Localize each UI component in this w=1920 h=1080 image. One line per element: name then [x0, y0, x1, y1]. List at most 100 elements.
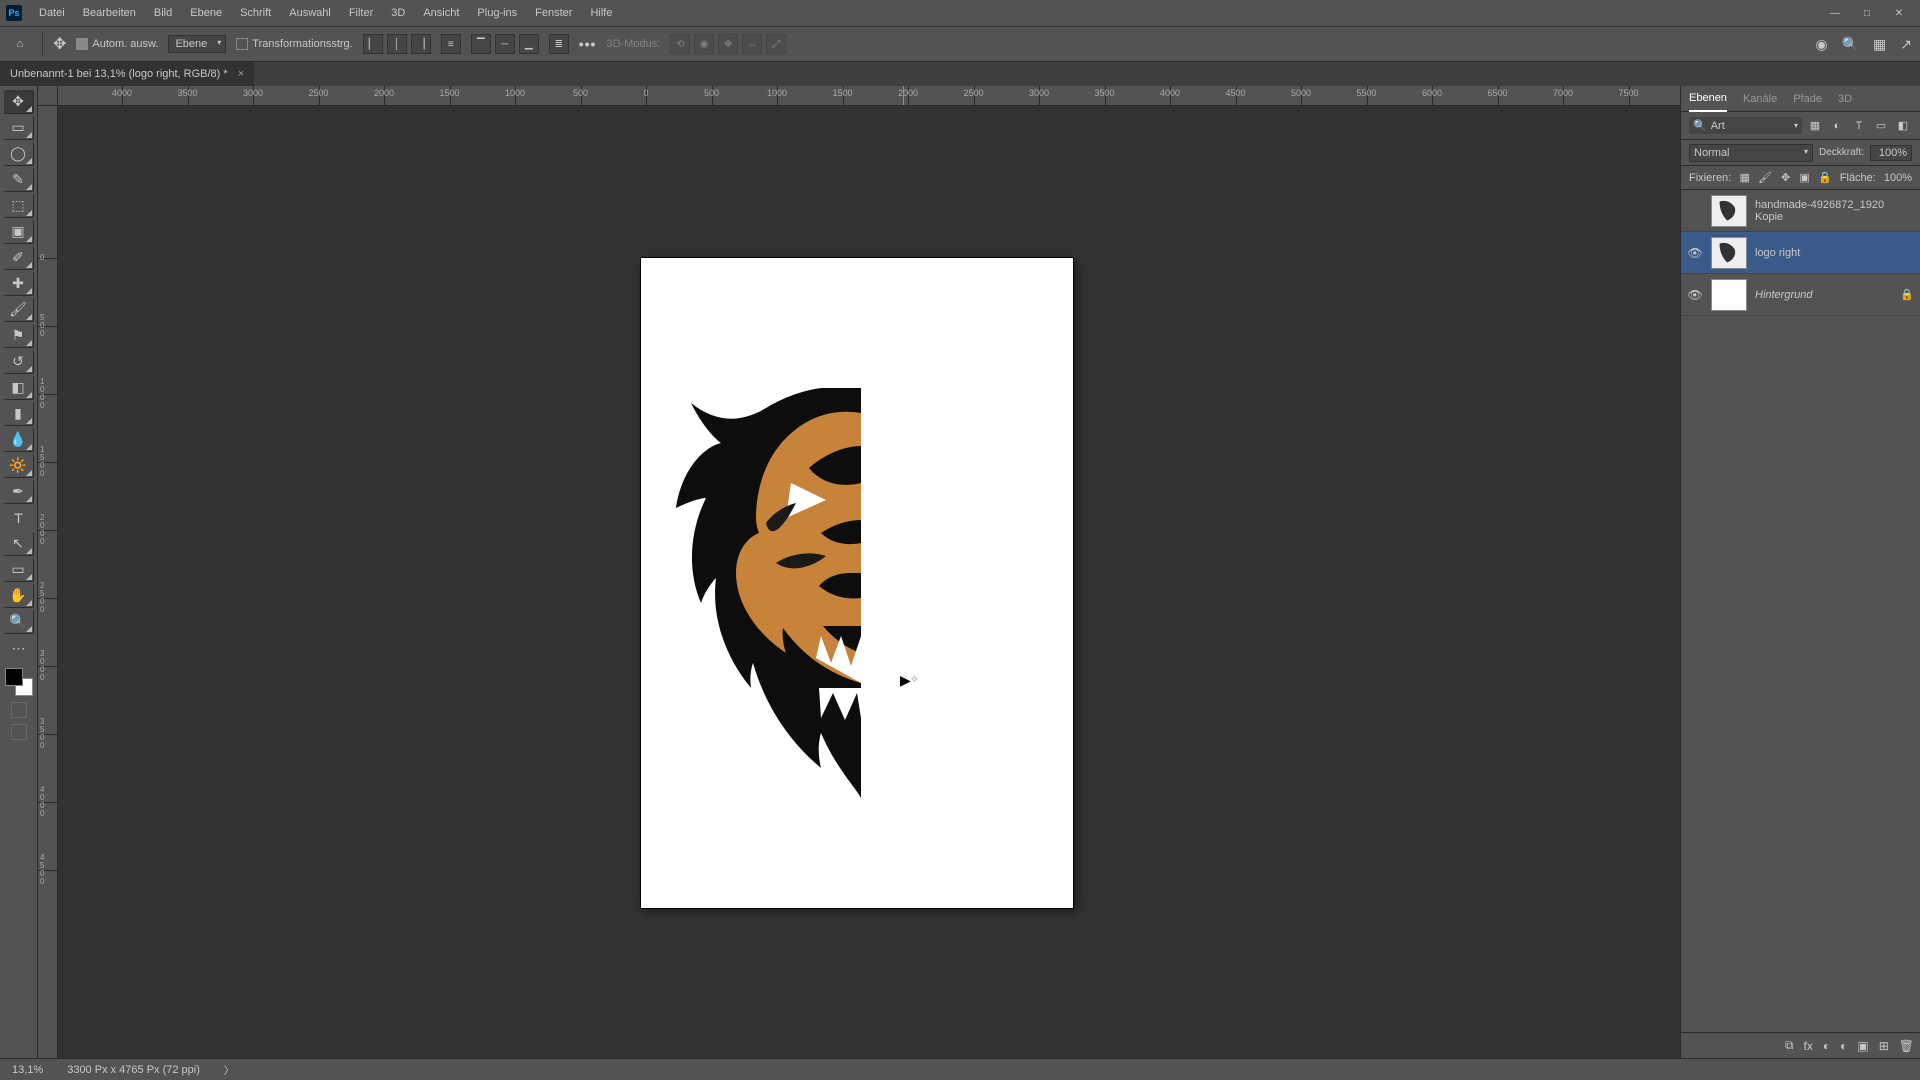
- blend-mode-select[interactable]: Normal: [1689, 144, 1813, 162]
- layer-filter-kind[interactable]: 🔍 Art ▾: [1689, 117, 1802, 134]
- lock-nest-icon[interactable]: ▣: [1799, 170, 1810, 186]
- layer-name[interactable]: handmade-4926872_1920 Kopie: [1755, 199, 1914, 223]
- history-brush-tool[interactable]: ↺: [4, 350, 34, 374]
- quick-select-tool[interactable]: ✎: [4, 168, 34, 192]
- layer-row[interactable]: 👁 Hintergrund 🔒: [1681, 274, 1920, 316]
- canvas-stage[interactable]: ▶✥: [58, 106, 1680, 1058]
- active-tool-icon[interactable]: ✥: [53, 34, 66, 54]
- lock-image-icon[interactable]: 🖌: [1758, 170, 1772, 186]
- align-middle-icon[interactable]: ─: [495, 34, 515, 54]
- filter-adjust-icon[interactable]: ◐: [1828, 117, 1846, 135]
- search-icon[interactable]: 🔍: [1842, 36, 1859, 53]
- workspace-icon[interactable]: ▦: [1873, 36, 1886, 53]
- menu-filter[interactable]: Filter: [340, 0, 382, 26]
- align-left-icon[interactable]: ▏: [363, 34, 383, 54]
- layer-group-icon[interactable]: ▣: [1857, 1039, 1868, 1053]
- dodge-tool[interactable]: 🔆: [4, 454, 34, 478]
- lock-trans-icon[interactable]: ▦: [1739, 170, 1750, 186]
- status-chevron-icon[interactable]: 〉: [224, 1062, 234, 1077]
- lock-all-icon[interactable]: 🔒: [1818, 170, 1832, 186]
- menu-ebene[interactable]: Ebene: [181, 0, 231, 26]
- fill-value[interactable]: 100%: [1884, 172, 1912, 184]
- tab-pfade[interactable]: Pfade: [1793, 87, 1822, 111]
- filter-text-icon[interactable]: T: [1850, 117, 1868, 135]
- more-align-icon[interactable]: •••: [579, 36, 597, 52]
- move-tool[interactable]: ✥: [4, 90, 34, 114]
- window-minimize[interactable]: —: [1820, 3, 1850, 23]
- edit-toolbar[interactable]: ⋯: [4, 636, 34, 660]
- layer-row[interactable]: 👁 logo right: [1681, 232, 1920, 274]
- doc-dimensions[interactable]: 3300 Px x 4765 Px (72 ppi): [67, 1064, 200, 1076]
- new-layer-icon[interactable]: ⊞: [1879, 1039, 1889, 1053]
- layer-mask-icon[interactable]: ◐: [1823, 1039, 1830, 1053]
- window-maximize[interactable]: □: [1852, 3, 1882, 23]
- layer-row[interactable]: handmade-4926872_1920 Kopie: [1681, 190, 1920, 232]
- align-bottom-icon[interactable]: ▁: [519, 34, 539, 54]
- link-layers-icon[interactable]: ⧉: [1785, 1038, 1794, 1053]
- menu-fenster[interactable]: Fenster: [526, 0, 581, 26]
- layer-fx-icon[interactable]: fx: [1804, 1039, 1813, 1053]
- frame-tool[interactable]: ▣: [4, 220, 34, 244]
- layer-thumbnail[interactable]: [1711, 279, 1747, 311]
- layer-name[interactable]: logo right: [1755, 247, 1914, 259]
- tab-ebenen[interactable]: Ebenen: [1689, 86, 1727, 112]
- clone-tool[interactable]: ⚑: [4, 324, 34, 348]
- type-tool[interactable]: T: [4, 506, 34, 530]
- zoom-tool[interactable]: 🔍: [4, 610, 34, 634]
- gradient-tool[interactable]: ▮: [4, 402, 34, 426]
- hand-tool[interactable]: ✋: [4, 584, 34, 608]
- canvas[interactable]: [641, 258, 1073, 908]
- delete-layer-icon[interactable]: 🗑: [1899, 1039, 1914, 1053]
- blur-tool[interactable]: 💧: [4, 428, 34, 452]
- opacity-value[interactable]: 100%: [1870, 145, 1912, 161]
- menu-bild[interactable]: Bild: [145, 0, 181, 26]
- pen-tool[interactable]: ✒: [4, 480, 34, 504]
- menu-schrift[interactable]: Schrift: [231, 0, 280, 26]
- layer-lock-icon[interactable]: 🔒: [1900, 288, 1914, 301]
- zoom-level[interactable]: 13,1%: [12, 1064, 43, 1076]
- auto-select-target[interactable]: Ebene: [168, 35, 226, 53]
- cloud-icon[interactable]: ◉: [1815, 36, 1827, 53]
- marquee-tool[interactable]: ▭: [4, 116, 34, 140]
- eraser-tool[interactable]: ◧: [4, 376, 34, 400]
- menu-auswahl[interactable]: Auswahl: [280, 0, 340, 26]
- shape-tool[interactable]: ▭: [4, 558, 34, 582]
- vertical-ruler[interactable]: 05 0 01 0 0 01 5 0 02 0 0 02 5 0 03 0 0 …: [38, 106, 58, 1058]
- layer-thumbnail[interactable]: [1711, 237, 1747, 269]
- document-tab[interactable]: Unbenannt-1 bei 13,1% (logo right, RGB/8…: [0, 62, 254, 86]
- layer-name[interactable]: Hintergrund: [1755, 289, 1892, 301]
- menu-bearbeiten[interactable]: Bearbeiten: [74, 0, 145, 26]
- lock-pos-icon[interactable]: ✥: [1780, 170, 1791, 186]
- color-swatch[interactable]: [5, 668, 33, 696]
- menu-ansicht[interactable]: Ansicht: [414, 0, 468, 26]
- layer-thumbnail[interactable]: [1711, 195, 1747, 227]
- horizontal-ruler[interactable]: 4000350030002500200015001000500050010001…: [58, 86, 1680, 106]
- crop-tool[interactable]: ⬚: [4, 194, 34, 218]
- distribute-v-icon[interactable]: ≣: [549, 34, 569, 54]
- lasso-tool[interactable]: ◯: [4, 142, 34, 166]
- distribute-h-icon[interactable]: ≡: [441, 34, 461, 54]
- tab-3d[interactable]: 3D: [1838, 87, 1852, 111]
- screen-mode[interactable]: [11, 724, 27, 740]
- close-tab-icon[interactable]: ×: [238, 68, 244, 80]
- transform-controls-check[interactable]: Transformationsstrg.: [236, 38, 352, 50]
- layer-visibility-icon[interactable]: 👁: [1687, 246, 1703, 260]
- eyedropper-tool[interactable]: ✐: [4, 246, 34, 270]
- home-button[interactable]: ⌂: [8, 32, 32, 56]
- layer-visibility-icon[interactable]: 👁: [1687, 288, 1703, 302]
- adjustment-layer-icon[interactable]: ◐: [1840, 1039, 1847, 1053]
- align-right-icon[interactable]: ▕: [411, 34, 431, 54]
- brush-tool[interactable]: 🖌: [4, 298, 34, 322]
- quick-mask[interactable]: [11, 702, 27, 718]
- foreground-color[interactable]: [5, 668, 23, 686]
- filter-image-icon[interactable]: ▦: [1806, 117, 1824, 135]
- share-icon[interactable]: ↗: [1900, 36, 1912, 53]
- filter-smart-icon[interactable]: ◧: [1894, 117, 1912, 135]
- menu-plugins[interactable]: Plug-ins: [468, 0, 526, 26]
- menu-hilfe[interactable]: Hilfe: [581, 0, 621, 26]
- heal-tool[interactable]: ✚: [4, 272, 34, 296]
- menu-3d[interactable]: 3D: [382, 0, 414, 26]
- align-top-icon[interactable]: ▔: [471, 34, 491, 54]
- align-center-icon[interactable]: │: [387, 34, 407, 54]
- auto-select-check[interactable]: Autom. ausw.: [76, 38, 158, 50]
